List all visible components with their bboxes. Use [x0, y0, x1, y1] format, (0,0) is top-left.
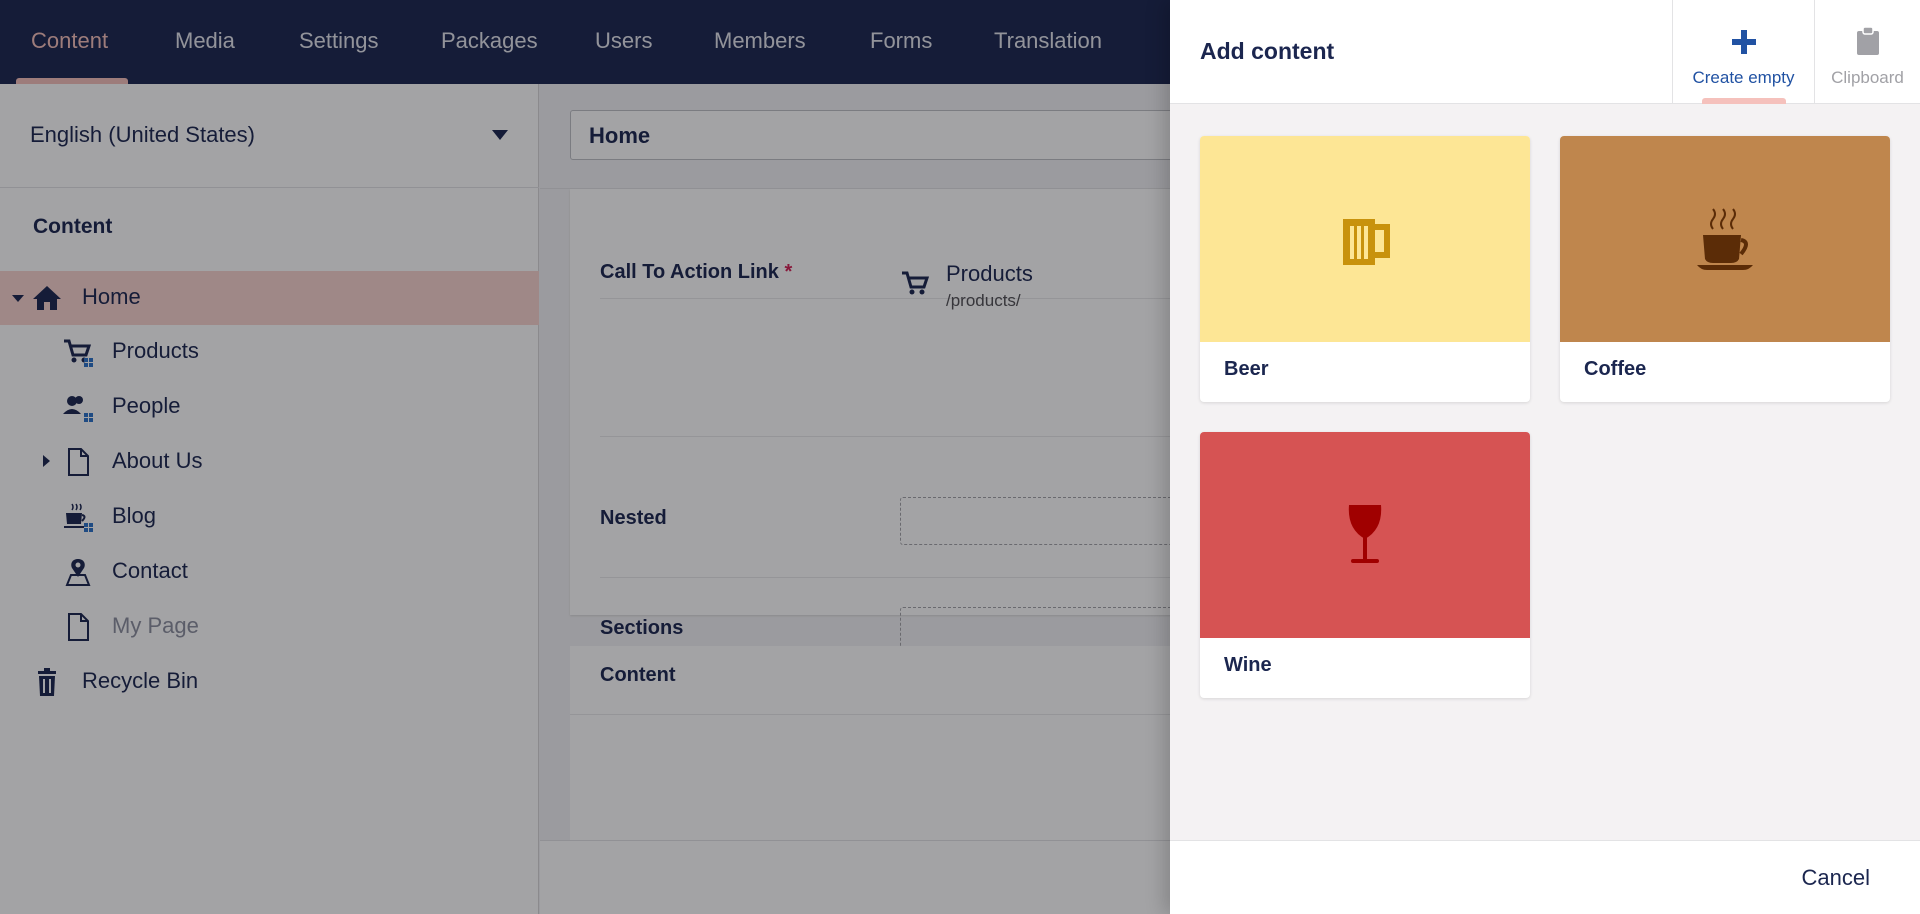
plus-icon	[1731, 30, 1756, 54]
block-thumbnail	[1200, 432, 1530, 638]
block-name: Wine	[1224, 654, 1272, 676]
block-coffee[interactable]: Coffee	[1560, 136, 1890, 402]
active-tab-indicator	[1702, 98, 1786, 104]
block-beer[interactable]: Beer	[1200, 136, 1530, 402]
dialog-footer: Cancel	[1170, 840, 1920, 914]
beer-mug-icon	[1343, 219, 1390, 265]
dialog-header: Add content Create empty Clipboard	[1170, 0, 1920, 104]
clipboard-label: Clipboard	[1831, 68, 1904, 87]
overlay-backdrop[interactable]	[0, 0, 1170, 914]
clipboard-button[interactable]: Clipboard	[1814, 0, 1920, 104]
block-name: Beer	[1224, 358, 1269, 380]
dialog-title: Add content	[1200, 38, 1335, 64]
clipboard-icon	[1856, 26, 1879, 55]
block-name: Coffee	[1584, 358, 1647, 380]
block-wine[interactable]: Wine	[1200, 432, 1530, 698]
block-thumbnail	[1560, 136, 1890, 342]
cancel-button[interactable]: Cancel	[1802, 865, 1870, 891]
create-empty-button[interactable]: Create empty	[1672, 0, 1814, 104]
create-empty-label: Create empty	[1692, 68, 1795, 87]
coffee-cup-icon	[1697, 208, 1753, 270]
block-thumbnail	[1200, 136, 1530, 342]
wine-glass-icon	[1348, 505, 1382, 563]
add-content-dialog: Add content Create empty Clipboard Beer	[1170, 0, 1920, 914]
